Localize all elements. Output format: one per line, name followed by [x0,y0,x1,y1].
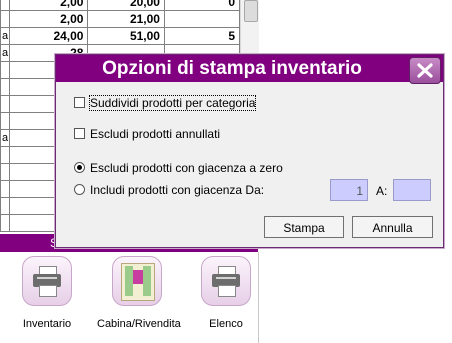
grid-cell[interactable] [0,112,11,130]
tile-label: Elenco [209,318,243,330]
stampa-button[interactable]: Stampa [264,216,344,238]
grid-cell[interactable]: 20,00 [87,0,165,11]
grid-cell[interactable]: 21,00 [87,10,165,28]
radio-label: Includi prodotti con giacenza Da: [90,183,265,197]
grid-row[interactable]: 2,00 21,00 [0,10,240,28]
tile-label: Inventario [22,318,72,330]
grid-cell[interactable] [0,180,11,198]
grid-row[interactable]: a 24,00 51,00 5 [0,27,240,45]
radio-label: Escludi prodotti con giacenza a zero [90,161,283,175]
grid-cell[interactable]: 51,00 [87,27,165,45]
tile-label: Cabina/Rivendita [97,318,181,330]
range-to-label: A: [376,184,388,198]
grid-cell[interactable] [0,10,11,28]
print-options-dialog: Opzioni di stampa inventario Suddividi p… [55,54,444,248]
range-to-field[interactable] [393,179,431,201]
grid-cell[interactable]: 5 [163,27,240,45]
radio-button[interactable] [74,162,85,174]
grid-cell[interactable] [0,214,11,232]
exclude-cancelled-checkbox[interactable]: Escludi prodotti annullati [74,127,220,141]
checkbox-box[interactable] [74,97,85,109]
grid-cell[interactable]: a [0,44,11,62]
grid-cell[interactable]: 2,00 [9,0,89,11]
close-icon [417,63,433,78]
grid-cell[interactable]: 2,00 [9,10,89,28]
grid-cell[interactable] [163,10,240,28]
include-stock-range-radio[interactable]: Includi prodotti con giacenza Da: [74,183,264,197]
grid-cell[interactable]: 24,00 [9,27,89,45]
exclude-zero-stock-radio[interactable]: Escludi prodotti con giacenza a zero [74,161,283,175]
grid-cell[interactable] [0,61,11,79]
printer-icon[interactable] [201,256,251,306]
dialog-title: Opzioni di stampa inventario [102,58,362,79]
grid-cell[interactable]: a [0,27,11,45]
checkbox-label: Suddividi prodotti per categoria [88,95,257,111]
dialog-titlebar[interactable]: Opzioni di stampa inventario [56,55,443,84]
grid-cell[interactable] [0,95,11,113]
radio-button[interactable] [74,184,85,196]
split-by-category-checkbox[interactable]: Suddividi prodotti per categoria [74,95,257,111]
annulla-button[interactable]: Annulla [352,216,433,238]
grid-cell[interactable]: 0 [163,0,240,11]
grid-cell[interactable] [0,163,11,181]
checkbox-label: Escludi prodotti annullati [90,127,221,141]
cabina-rivendita-tile[interactable]: Cabina/Rivendita [97,256,181,330]
cabin-icon[interactable] [112,256,162,306]
printer-icon[interactable] [22,256,72,306]
close-button[interactable] [409,57,441,84]
checkbox-box[interactable] [74,128,85,140]
grid-cell[interactable] [0,0,11,11]
grid-cell[interactable] [0,146,11,164]
elenco-tile[interactable]: Elenco [186,256,266,330]
grid-cell[interactable] [0,197,11,215]
inventario-tile[interactable]: Inventario [7,256,87,330]
grid-cell[interactable] [0,78,11,96]
range-from-field[interactable]: 1 [330,179,368,201]
grid-cell[interactable]: a [0,129,11,147]
grid-row[interactable]: 2,00 20,00 0 [0,0,240,11]
scrollbar-thumb[interactable] [244,0,258,22]
